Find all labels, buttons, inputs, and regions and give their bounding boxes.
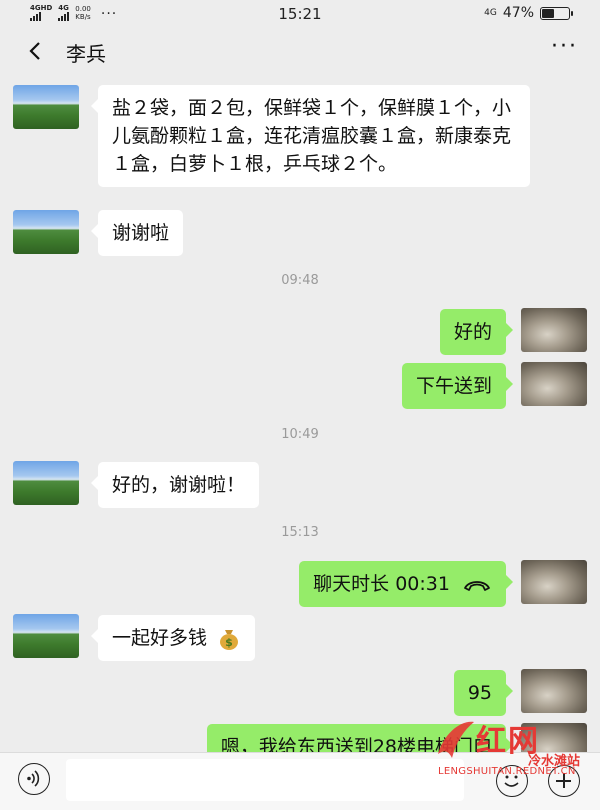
network-type: 4G: [484, 8, 497, 18]
message-bubble: 谢谢啦: [90, 210, 184, 256]
message-text: 好的: [453, 321, 492, 343]
call-duration-bubble[interactable]: 聊天时长 00:31: [299, 561, 513, 607]
svg-text:$: $: [225, 636, 233, 649]
chat-header: 李兵 ···: [0, 30, 600, 76]
emoji-icon: [504, 775, 519, 787]
battery-percent: 47%: [502, 5, 534, 21]
message-text: 下午送到: [415, 375, 492, 397]
message-bubble: 好的，谢谢啦！: [90, 462, 260, 508]
message-bubble: 下午送到: [401, 363, 514, 409]
message-text: 一起好多钱: [112, 627, 208, 649]
status-bar: 4GHD 4G 0.00 KB/s ··· 15:21 4G 47%: [0, 0, 600, 30]
message-text: 谢谢啦: [112, 222, 170, 244]
avatar[interactable]: [521, 308, 587, 352]
avatar[interactable]: [521, 669, 587, 713]
message-text: 盐２袋，面２包，保鲜袋１个，保鲜膜１个，小儿氨酚颗粒１盒，连花清瘟胶囊１盒，新康…: [112, 97, 512, 175]
phone-call-icon: [464, 580, 490, 591]
back-button[interactable]: [22, 36, 52, 66]
plus-button[interactable]: [548, 765, 580, 797]
avatar[interactable]: [13, 461, 79, 505]
money-bag-icon: $: [220, 629, 239, 650]
avatar[interactable]: [13, 614, 79, 658]
timestamp: 15:13: [281, 525, 319, 540]
chevron-left-icon: [29, 42, 40, 60]
timestamp: 10:49: [281, 427, 319, 442]
message-text: 95: [467, 682, 492, 704]
avatar[interactable]: [521, 362, 587, 406]
battery-icon: [540, 6, 573, 20]
contact-name: 李兵: [66, 42, 106, 66]
message-bubble: 95: [453, 670, 514, 716]
voice-icon: [27, 770, 40, 787]
more-button[interactable]: ···: [551, 34, 578, 59]
message-bubble: 一起好多钱 $: [90, 615, 256, 661]
status-right: 4G 47%: [484, 5, 573, 21]
message-text: 好的，谢谢啦！: [112, 474, 246, 496]
message-bubble: 好的: [439, 309, 514, 355]
message-bubble: 盐２袋，面２包，保鲜袋１个，保鲜膜１个，小儿氨酚颗粒１盒，连花清瘟胶囊１盒，新康…: [91, 85, 530, 187]
avatar[interactable]: [13, 210, 79, 254]
emoji-button[interactable]: [496, 765, 528, 797]
input-bar: [0, 752, 600, 810]
message-input[interactable]: [66, 759, 464, 801]
voice-button[interactable]: [18, 763, 50, 795]
more-icon: ···: [551, 34, 578, 59]
message-text: 聊天时长 00:31: [313, 573, 450, 595]
avatar[interactable]: [521, 560, 587, 604]
timestamp: 09:48: [281, 273, 319, 288]
avatar[interactable]: [13, 85, 79, 129]
